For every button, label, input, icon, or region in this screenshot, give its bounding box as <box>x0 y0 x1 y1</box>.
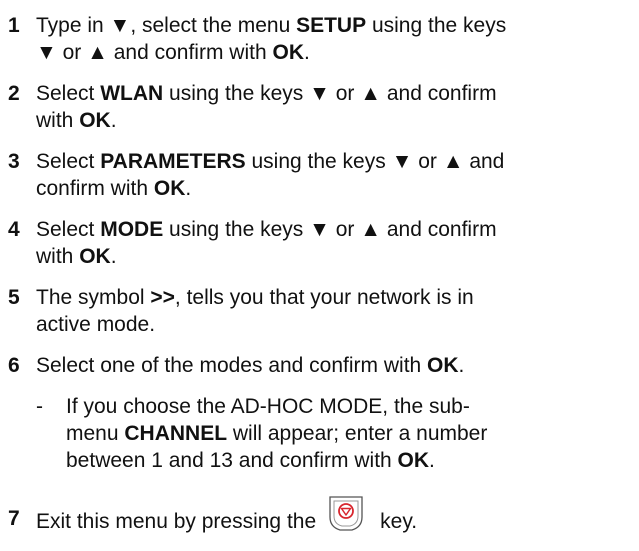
step-line: Select WLAN using the keys ▼ or ▲ and co… <box>36 82 497 105</box>
step-text: Exit this menu by pressing the key. <box>36 496 636 540</box>
step-line: Type in ▼, select the menu SETUP using t… <box>36 14 507 37</box>
step-line: active mode. <box>36 313 156 336</box>
step-line: confirm with OK. <box>36 177 192 200</box>
step-number: 3 <box>8 150 20 173</box>
stop-key-icon <box>326 495 366 540</box>
sub-item-line: If you choose the AD-HOC MODE, the sub- <box>66 395 470 418</box>
step-text: The symbol >>, tells you that your netwo… <box>36 284 636 338</box>
instruction-page: 1 Type in ▼, select the menu SETUP using… <box>0 0 639 551</box>
step-text: Select PARAMETERS using the keys ▼ or ▲ … <box>36 148 636 202</box>
sub-item-line: menu CHANNEL will appear; enter a number <box>66 422 488 445</box>
step-text: Select one of the modes and confirm with… <box>36 352 636 379</box>
step-text: Select WLAN using the keys ▼ or ▲ and co… <box>36 80 636 134</box>
step-number: 7 <box>8 507 20 530</box>
step-line: Select PARAMETERS using the keys ▼ or ▲ … <box>36 150 505 173</box>
step-number: 6 <box>8 354 20 377</box>
step-line: Select one of the modes and confirm with… <box>36 354 465 377</box>
step-number: 2 <box>8 82 20 105</box>
sub-item-line: between 1 and 13 and confirm with OK. <box>66 449 435 472</box>
sub-item-dash: - <box>36 395 43 418</box>
step-number: 1 <box>8 14 20 37</box>
step-line: with OK. <box>36 245 117 268</box>
step-number: 4 <box>8 218 20 241</box>
step-line: ▼ or ▲ and confirm with OK. <box>36 41 310 64</box>
step-number: 5 <box>8 286 20 309</box>
step-line: The symbol >>, tells you that your netwo… <box>36 286 474 309</box>
step-text: Type in ▼, select the menu SETUP using t… <box>36 12 636 66</box>
sub-item-text: If you choose the AD-HOC MODE, the sub- … <box>66 393 636 474</box>
step-text: Select MODE using the keys ▼ or ▲ and co… <box>36 216 636 270</box>
step-line: Select MODE using the keys ▼ or ▲ and co… <box>36 218 497 241</box>
step-line: with OK. <box>36 109 117 132</box>
step-line: Exit this menu by pressing the key. <box>36 496 636 540</box>
